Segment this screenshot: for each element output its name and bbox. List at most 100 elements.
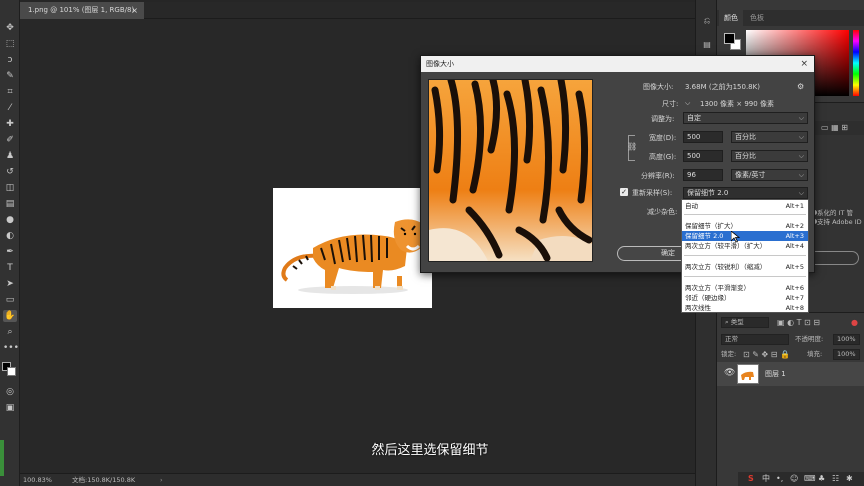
height-input[interactable]: 500	[683, 150, 723, 162]
gear-icon[interactable]: ⚙	[797, 82, 804, 91]
document-tab-bar: 1.png @ 101% (图层 1, RGB/8) ×	[20, 2, 695, 19]
width-input[interactable]: 500	[683, 131, 723, 143]
type-tool-icon[interactable]: T	[3, 262, 17, 274]
healing-brush-tool-icon[interactable]: ✚	[3, 118, 17, 130]
path-select-tool-icon[interactable]: ➤	[3, 278, 17, 290]
status-bar: 100.83% 文档:150.8K/150.8K ›	[20, 473, 695, 486]
blur-tool-icon[interactable]: ●	[3, 214, 17, 226]
resample-label: 重新采样(S):	[632, 189, 673, 197]
crop-tool-icon[interactable]: ⌗	[3, 86, 17, 98]
layer-filter-icons[interactable]: ▣ ◐ T ⊡ ⊟	[777, 316, 820, 329]
resample-checkbox[interactable]: ✓	[620, 188, 628, 196]
ime-logo-icon[interactable]: S	[748, 472, 754, 486]
dialog-title: 图像大小	[426, 60, 454, 68]
resample-select[interactable]: 保留细节 2.0 ⌵	[683, 187, 808, 199]
panel-icons[interactable]: ▭ ▦ ⊞	[821, 123, 848, 132]
move-tool-icon[interactable]: ✥	[3, 22, 17, 34]
resolution-value: 96	[687, 171, 696, 179]
chevron-down-icon[interactable]: ⌵	[685, 99, 690, 108]
dodge-tool-icon[interactable]: ◐	[3, 230, 17, 242]
screen-mode-icon[interactable]: ▣	[3, 402, 17, 414]
emoji-icon[interactable]: ☺	[790, 472, 798, 486]
rectangle-tool-icon[interactable]: ▭	[3, 294, 17, 306]
resolution-input[interactable]: 96	[683, 169, 723, 181]
keyboard-icon[interactable]: ⌨	[804, 472, 816, 486]
layer-filter-select[interactable]: ⌕ 类型	[721, 317, 769, 328]
history-panel-icon[interactable]: ⎌	[701, 16, 713, 26]
image-size-label: 图像大小:	[643, 83, 674, 91]
dropdown-option[interactable]: 自动 Alt+1	[682, 201, 808, 211]
brush-tool-icon[interactable]: ✐	[3, 134, 17, 146]
skin-icon[interactable]: ♣	[818, 472, 825, 486]
marquee-tool-icon[interactable]: ⬚	[3, 38, 17, 50]
gradient-tool-icon[interactable]: ▤	[3, 198, 17, 210]
link-icon[interactable]: ⛓	[627, 142, 637, 151]
dropdown-option-selected[interactable]: 保留细节 2.0 Alt+3	[682, 231, 808, 241]
close-icon[interactable]: ×	[131, 2, 138, 19]
opacity-input[interactable]: 100%	[833, 334, 860, 345]
settings-icon[interactable]: ✱	[846, 472, 853, 486]
dropdown-option[interactable]: 两次立方（较平滑）（扩大） Alt+4	[682, 241, 808, 251]
quick-select-tool-icon[interactable]: ✎	[3, 70, 17, 82]
hand-tool-icon[interactable]: ✋	[3, 310, 17, 322]
option-shortcut: Alt+2	[785, 222, 804, 230]
layer-thumbnail	[737, 364, 759, 384]
blend-row: 正常 不透明度: 100%	[721, 333, 860, 346]
dropdown-option[interactable]: 两次线性 Alt+8	[682, 303, 808, 313]
eyedropper-tool-icon[interactable]: ⁄	[3, 102, 17, 114]
properties-panel-icon[interactable]: ▤	[701, 40, 713, 50]
lasso-tool-icon[interactable]: ↄ	[3, 54, 17, 66]
option-shortcut: Alt+5	[785, 263, 804, 271]
toolbox-icon[interactable]: ☷	[832, 472, 839, 486]
blend-mode-select[interactable]: 正常	[721, 334, 789, 345]
dropdown-option[interactable]: 邻近（硬边缘） Alt+7	[682, 293, 808, 303]
dropdown-option[interactable]: 两次立方（较锐利）（缩减） Alt+5	[682, 262, 808, 272]
eraser-tool-icon[interactable]: ◫	[3, 182, 17, 194]
filter-toggle-icon[interactable]: ●	[851, 316, 858, 329]
dialog-title-bar[interactable]: 图像大小 ×	[421, 56, 814, 72]
layer-row[interactable]: 👁 图层 1	[717, 362, 864, 386]
option-shortcut: Alt+6	[785, 284, 804, 292]
ime-language-icon[interactable]: 中	[762, 472, 770, 486]
width-unit-select[interactable]: 百分比 ⌵	[731, 131, 808, 143]
status-arrow-icon[interactable]: ›	[160, 474, 163, 486]
history-brush-tool-icon[interactable]: ↺	[3, 166, 17, 178]
resample-dropdown: 自动 Alt+1 保留细节（扩大） Alt+2 保留细节 2.0 Alt+3 两次立方…	[681, 199, 809, 313]
height-value: 500	[687, 152, 701, 160]
height-unit-select[interactable]: 百分比 ⌵	[731, 150, 808, 162]
foreground-color-chip[interactable]	[724, 33, 735, 44]
video-subtitle: 然后这里选保留细节	[371, 443, 489, 458]
close-icon[interactable]: ×	[800, 56, 808, 72]
option-shortcut: Alt+7	[785, 294, 804, 302]
visibility-eye-icon[interactable]: 👁	[724, 368, 735, 378]
fill-input[interactable]: 100%	[833, 349, 860, 360]
layer-filter-label: 类型	[730, 318, 744, 326]
clone-stamp-tool-icon[interactable]: ♟	[3, 150, 17, 162]
hue-slider[interactable]	[853, 30, 859, 96]
lock-label: 锁定:	[721, 350, 737, 358]
zoom-tool-icon[interactable]: ⌕	[3, 326, 17, 338]
adobe-note-line-2: 支持 Adobe ID	[817, 218, 862, 226]
dropdown-divider	[684, 276, 806, 277]
layer-name[interactable]: 图层 1	[765, 362, 786, 386]
ime-punctuation-icon[interactable]: •,	[776, 472, 783, 486]
fit-to-select[interactable]: 自定 ⌵	[683, 112, 808, 124]
document-tab[interactable]: 1.png @ 101% (图层 1, RGB/8) ×	[20, 2, 144, 19]
resolution-unit-select[interactable]: 像素/英寸 ⌵	[731, 169, 808, 181]
document-image[interactable]	[273, 188, 432, 308]
lock-icons[interactable]: ⊡ ✎ ✥ ⊟ 🔒	[743, 348, 790, 361]
fit-to-label: 调整为:	[651, 115, 675, 123]
dropdown-option[interactable]: 两次立方（平滑渐变） Alt+6	[682, 283, 808, 293]
tab-swatches[interactable]: 色板	[745, 10, 769, 26]
quick-mask-icon[interactable]: ◎	[3, 386, 17, 398]
more-tools-icon[interactable]: •••	[3, 342, 19, 354]
layers-panel: ⌕ 类型 ▣ ◐ T ⊡ ⊟ ● 正常 不透明度: 100% 锁定: ⊡ ✎ ✥…	[717, 312, 864, 486]
dimensions-value: 1300 像素 × 990 像素	[700, 100, 774, 108]
dropdown-option[interactable]: 保留细节（扩大） Alt+2	[682, 221, 808, 231]
tab-color[interactable]: 颜色	[719, 10, 743, 26]
pen-tool-icon[interactable]: ✒	[3, 246, 17, 258]
opacity-value: 100%	[837, 335, 856, 343]
dialog-preview[interactable]	[428, 79, 593, 262]
zoom-level[interactable]: 100.83%	[23, 474, 52, 486]
background-color-swatch[interactable]	[7, 367, 16, 376]
